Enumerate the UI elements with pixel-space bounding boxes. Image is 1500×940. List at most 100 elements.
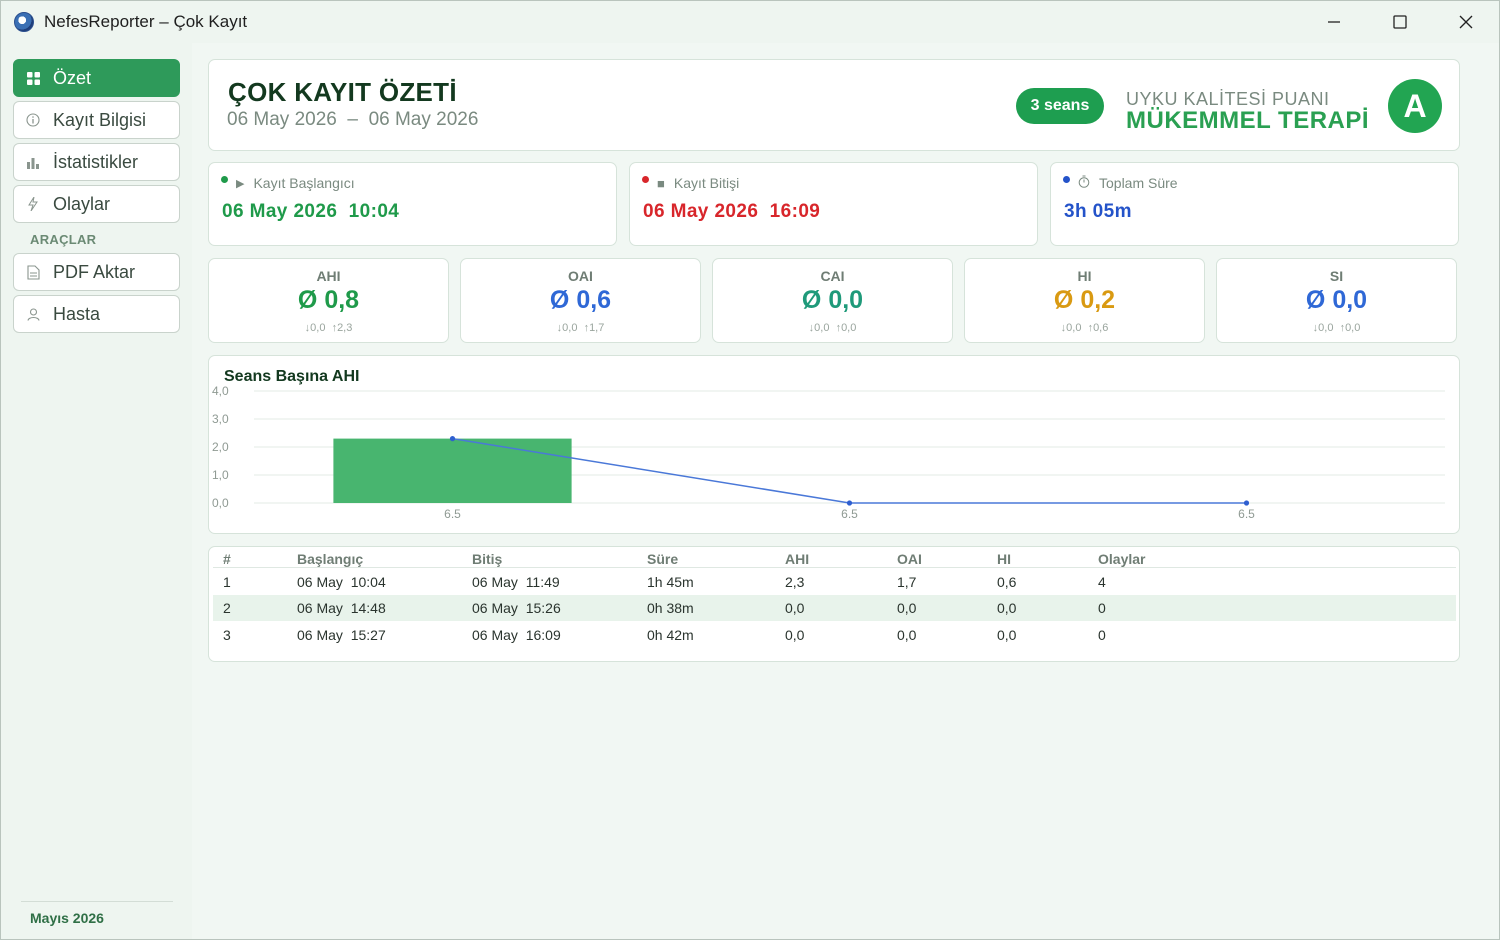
- main-content: ÇOK KAYIT ÖZETİ 06 May 2026 – 06 May 202…: [192, 43, 1499, 939]
- cell-hi: 0,0: [997, 600, 1017, 616]
- metric-min: ↓0,0: [1060, 322, 1082, 334]
- nav-istatistikler[interactable]: İstatistikler: [13, 143, 180, 181]
- metric-card-cai: CAI Ø 0,0 ↓0,0 ↑0,0: [712, 258, 953, 343]
- nav-ozet[interactable]: Özet: [13, 59, 180, 97]
- cell-events: 4: [1098, 574, 1106, 590]
- nav-label: Kayıt Bilgisi: [53, 109, 147, 130]
- quality-grade-badge: A: [1388, 79, 1442, 133]
- metric-label: AHI: [316, 268, 341, 284]
- y-tick-label: 0,0: [212, 496, 229, 510]
- y-tick-label: 4,0: [212, 384, 229, 398]
- cell-ahi: 0,0: [785, 627, 805, 643]
- status-dot: [642, 175, 649, 183]
- close-button[interactable]: [1433, 1, 1499, 43]
- data-point: [1243, 500, 1250, 506]
- metric-label: OAI: [568, 268, 593, 284]
- total-duration-value: 3h 05m: [1064, 201, 1132, 222]
- play-icon: ▶: [236, 177, 245, 190]
- table-row[interactable]: 2 06 May 14:48 06 May 15:26 0h 38m 0,0 0…: [213, 595, 1456, 621]
- metric-min: ↓0,0: [304, 322, 326, 334]
- metric-range: ↓0,0 ↑2,3: [209, 322, 448, 334]
- nav-label: Hasta: [53, 303, 101, 324]
- nav-label: İstatistikler: [53, 151, 139, 172]
- cell-hi: 0,6: [997, 574, 1017, 590]
- metric-card-si: SI Ø 0,0 ↓0,0 ↑0,0: [1216, 258, 1457, 343]
- metric-range: ↓0,0 ↑0,0: [1217, 322, 1456, 334]
- window-controls: [1301, 1, 1499, 43]
- metric-max: ↑0,0: [1339, 322, 1361, 334]
- sidebar-footer-date: Mayıs 2026: [30, 910, 104, 926]
- metric-value: Ø 0,2: [1053, 286, 1116, 314]
- metric-max: ↑2,3: [331, 322, 353, 334]
- status-dot: [221, 175, 228, 183]
- metric-value: Ø 0,0: [801, 286, 864, 314]
- stopwatch-icon: [1078, 175, 1090, 191]
- total-duration-label: Toplam Süre: [1099, 175, 1178, 191]
- bar: [333, 438, 572, 503]
- data-point: [846, 500, 853, 506]
- metric-value: Ø 0,0: [1305, 286, 1368, 314]
- table-header-divider: [213, 567, 1456, 568]
- metric-min: ↓0,0: [556, 322, 578, 334]
- cell-index: 2: [223, 600, 231, 616]
- sidebar-divider: [21, 901, 173, 902]
- nav-pdf-aktar[interactable]: PDF Aktar: [13, 253, 180, 291]
- metric-max: ↑1,7: [583, 322, 605, 334]
- document-icon: [25, 264, 41, 280]
- metric-min: ↓0,0: [1312, 322, 1334, 334]
- cell-oai: 0,0: [897, 600, 917, 616]
- app-window: NefesReporter – Çok Kayıt Özet Kayıt Bil…: [0, 0, 1500, 940]
- metric-range: ↓0,0 ↑0,6: [965, 322, 1204, 334]
- summary-header-card: ÇOK KAYIT ÖZETİ 06 May 2026 – 06 May 202…: [208, 59, 1460, 151]
- stop-icon: ■: [657, 175, 665, 191]
- metric-label: CAI: [820, 268, 845, 284]
- metric-min: ↓0,0: [808, 322, 830, 334]
- cell-duration: 0h 42m: [647, 627, 694, 643]
- metric-label: SI: [1329, 268, 1344, 284]
- ahi-chart: 4,0 3,0 2,0 1,0 0,0 6.5 6.5 6.5: [212, 384, 1445, 521]
- metric-value: Ø 0,8: [297, 286, 360, 314]
- cell-start: 06 May 15:27: [297, 627, 386, 643]
- info-icon: [25, 112, 41, 128]
- nav-hasta[interactable]: Hasta: [13, 295, 180, 333]
- end-time-card: ■ Kayıt Bitişi 06 May 2026 16:09: [629, 162, 1038, 246]
- start-time-card: ▶ Kayıt Başlangıcı 06 May 2026 10:04: [208, 162, 617, 246]
- minimize-button[interactable]: [1301, 1, 1367, 43]
- cell-hi: 0,0: [997, 627, 1017, 643]
- cell-start: 06 May 10:04: [297, 574, 386, 590]
- y-tick-label: 3,0: [212, 412, 229, 426]
- end-time-value: 06 May 2026 16:09: [643, 201, 821, 222]
- x-tick-label: 6.5: [1238, 507, 1255, 521]
- grid-icon: [25, 70, 41, 86]
- metric-card-ahi: AHI Ø 0,8 ↓0,0 ↑2,3: [208, 258, 449, 343]
- page-title: ÇOK KAYIT ÖZETİ: [228, 77, 457, 107]
- minimize-icon: [1328, 21, 1340, 23]
- cell-duration: 1h 45m: [647, 574, 694, 590]
- range-start: 06 May 2026: [227, 109, 337, 130]
- table-row[interactable]: 1 06 May 10:04 06 May 11:49 1h 45m 2,3 1…: [213, 569, 1456, 595]
- metric-label: HI: [1077, 268, 1092, 284]
- metric-range: ↓0,0 ↑0,0: [713, 322, 952, 334]
- nav-label: Olaylar: [53, 193, 111, 214]
- ahi-per-session-chart-card: Seans Başına AHI 4,0 3,0 2,0 1,0 0,0 6.5 6.5 6.…: [208, 355, 1460, 534]
- metric-card-oai: OAI Ø 0,6 ↓0,0 ↑1,7: [460, 258, 701, 343]
- start-time-label: Kayıt Başlangıcı: [253, 175, 355, 191]
- nav-olaylar[interactable]: Olaylar: [13, 185, 180, 223]
- cell-ahi: 2,3: [785, 574, 805, 590]
- nav-label: PDF Aktar: [53, 261, 136, 282]
- metric-max: ↑0,6: [1087, 322, 1109, 334]
- window-title: NefesReporter – Çok Kayıt: [44, 12, 248, 31]
- y-tick-label: 1,0: [212, 468, 229, 482]
- maximize-button[interactable]: [1367, 1, 1433, 43]
- total-duration-card: Toplam Süre 3h 05m: [1050, 162, 1459, 246]
- table-row[interactable]: 3 06 May 15:27 06 May 16:09 0h 42m 0,0 0…: [213, 622, 1456, 648]
- cell-events: 0: [1098, 627, 1106, 643]
- maximize-icon: [1393, 15, 1407, 29]
- cell-index: 1: [223, 574, 231, 590]
- nav-kayit-bilgisi[interactable]: Kayıt Bilgisi: [13, 101, 180, 139]
- cell-end: 06 May 15:26: [472, 600, 561, 616]
- x-tick-label: 6.5: [444, 507, 461, 521]
- nav-label: Özet: [53, 67, 92, 88]
- cell-duration: 0h 38m: [647, 600, 694, 616]
- app-logo-icon: [14, 12, 34, 32]
